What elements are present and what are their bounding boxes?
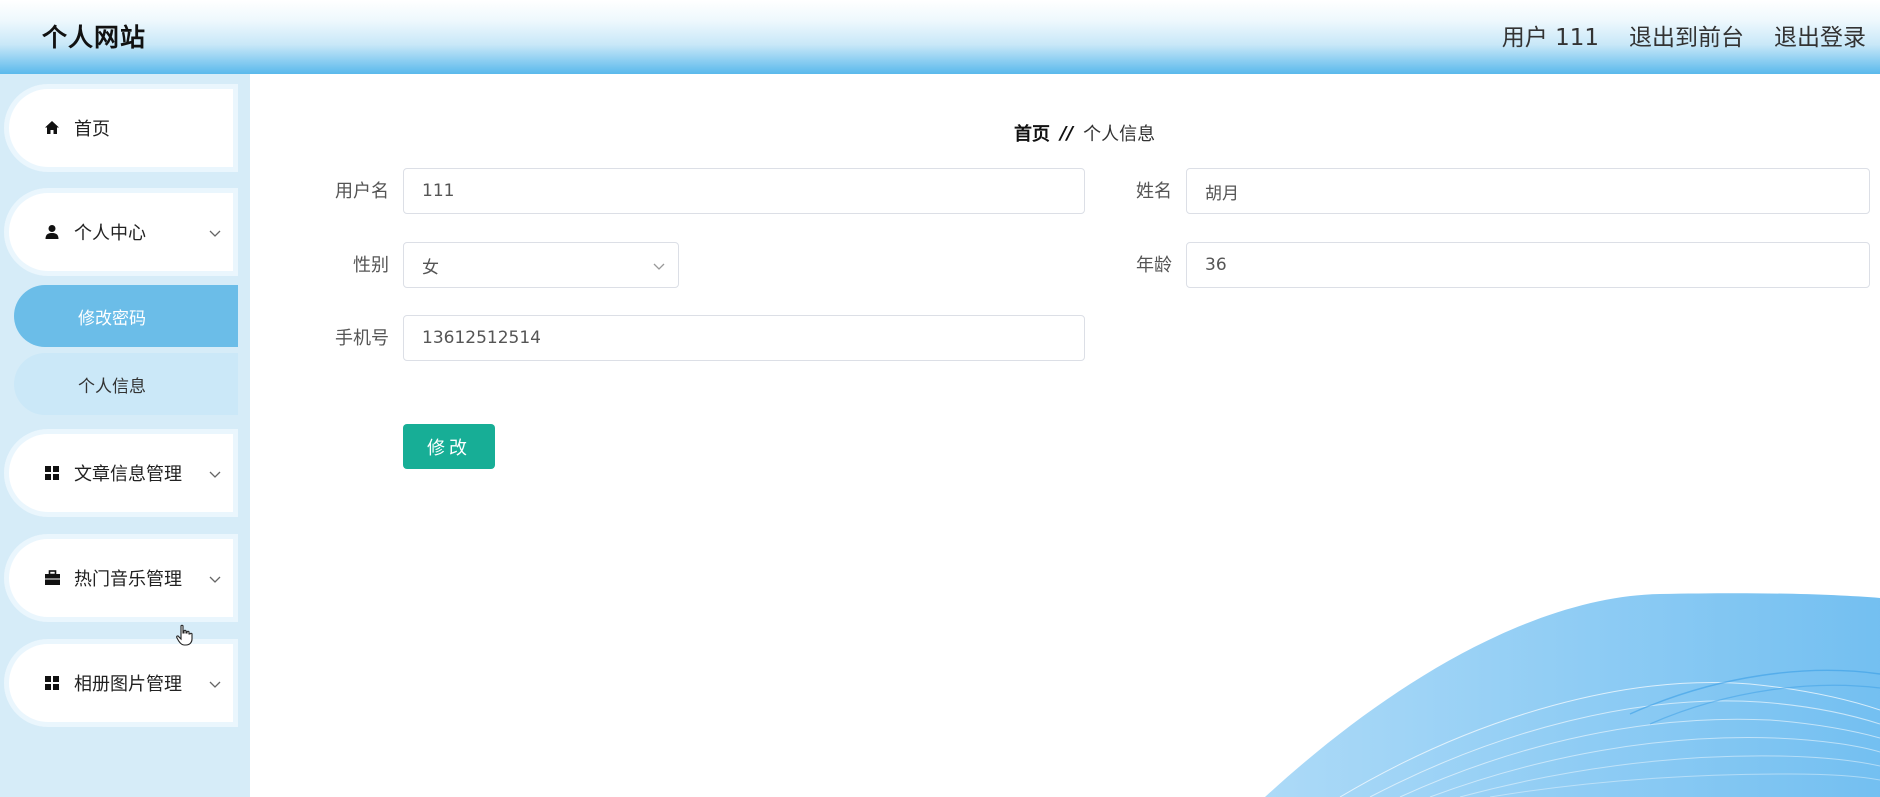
header-actions: 用户 111 退出到前台 退出登录 <box>1502 18 1866 52</box>
sidebar-item-personal-center[interactable]: 个人中心 <box>4 188 238 276</box>
chevron-down-icon <box>208 465 222 486</box>
current-user-label: 用户 111 <box>1501 25 1599 51</box>
age-field[interactable]: 36 <box>1186 242 1870 288</box>
grid-icon <box>42 464 62 482</box>
sidebar-item-label: 个人中心 <box>74 223 146 244</box>
site-brand: 个人网站 <box>42 23 147 52</box>
username-field[interactable]: 111 <box>403 168 1085 214</box>
home-icon <box>42 119 62 137</box>
sidebar-item-label: 热门音乐管理 <box>74 569 182 590</box>
chevron-up-icon <box>208 224 222 245</box>
breadcrumb: 首页 // 个人信息 <box>1014 120 1155 146</box>
gender-label: 性别 <box>353 255 389 276</box>
sidebar: 首页 个人中心 修改密码 个人信息 文章信息管理 热门音乐管理 相册图片管理 <box>0 74 250 797</box>
submit-button[interactable]: 修改 <box>403 424 495 469</box>
sidebar-subitem-personal-info[interactable]: 个人信息 <box>14 353 238 415</box>
user-icon <box>42 223 62 241</box>
briefcase-icon <box>42 569 62 587</box>
grid-icon <box>42 674 62 692</box>
name-field[interactable]: 胡月 <box>1186 168 1870 214</box>
sidebar-item-home[interactable]: 首页 <box>4 84 238 172</box>
breadcrumb-home[interactable]: 首页 <box>1014 120 1050 146</box>
chevron-down-icon <box>652 258 666 278</box>
sidebar-item-album-management[interactable]: 相册图片管理 <box>4 639 238 727</box>
sidebar-item-label: 文章信息管理 <box>74 464 182 485</box>
main-content: 首页 // 个人信息 用户名 111 姓名 胡月 性别 女 年龄 36 手机号 … <box>250 74 1880 797</box>
name-label: 姓名 <box>1136 181 1172 202</box>
chevron-down-icon <box>208 570 222 591</box>
age-label: 年龄 <box>1136 255 1172 276</box>
chevron-down-icon <box>208 675 222 696</box>
phone-label: 手机号 <box>335 328 389 349</box>
username-label: 用户名 <box>335 181 389 202</box>
breadcrumb-separator: // <box>1060 122 1074 144</box>
sidebar-item-label: 首页 <box>74 119 110 140</box>
gender-select[interactable]: 女 <box>403 242 679 288</box>
exit-to-front-link[interactable]: 退出到前台 <box>1629 18 1744 52</box>
top-header: 个人网站 用户 111 退出到前台 退出登录 <box>0 0 1880 74</box>
sidebar-subitem-change-password[interactable]: 修改密码 <box>14 285 238 347</box>
phone-field[interactable]: 13612512514 <box>403 315 1085 361</box>
breadcrumb-current: 个人信息 <box>1083 124 1156 145</box>
sidebar-item-music-management[interactable]: 热门音乐管理 <box>4 534 238 622</box>
hand-cursor-icon <box>175 624 193 650</box>
logout-link[interactable]: 退出登录 <box>1774 18 1866 52</box>
gender-selected-value: 女 <box>422 257 439 278</box>
sidebar-item-label: 相册图片管理 <box>74 674 182 695</box>
sidebar-item-article-management[interactable]: 文章信息管理 <box>4 429 238 517</box>
